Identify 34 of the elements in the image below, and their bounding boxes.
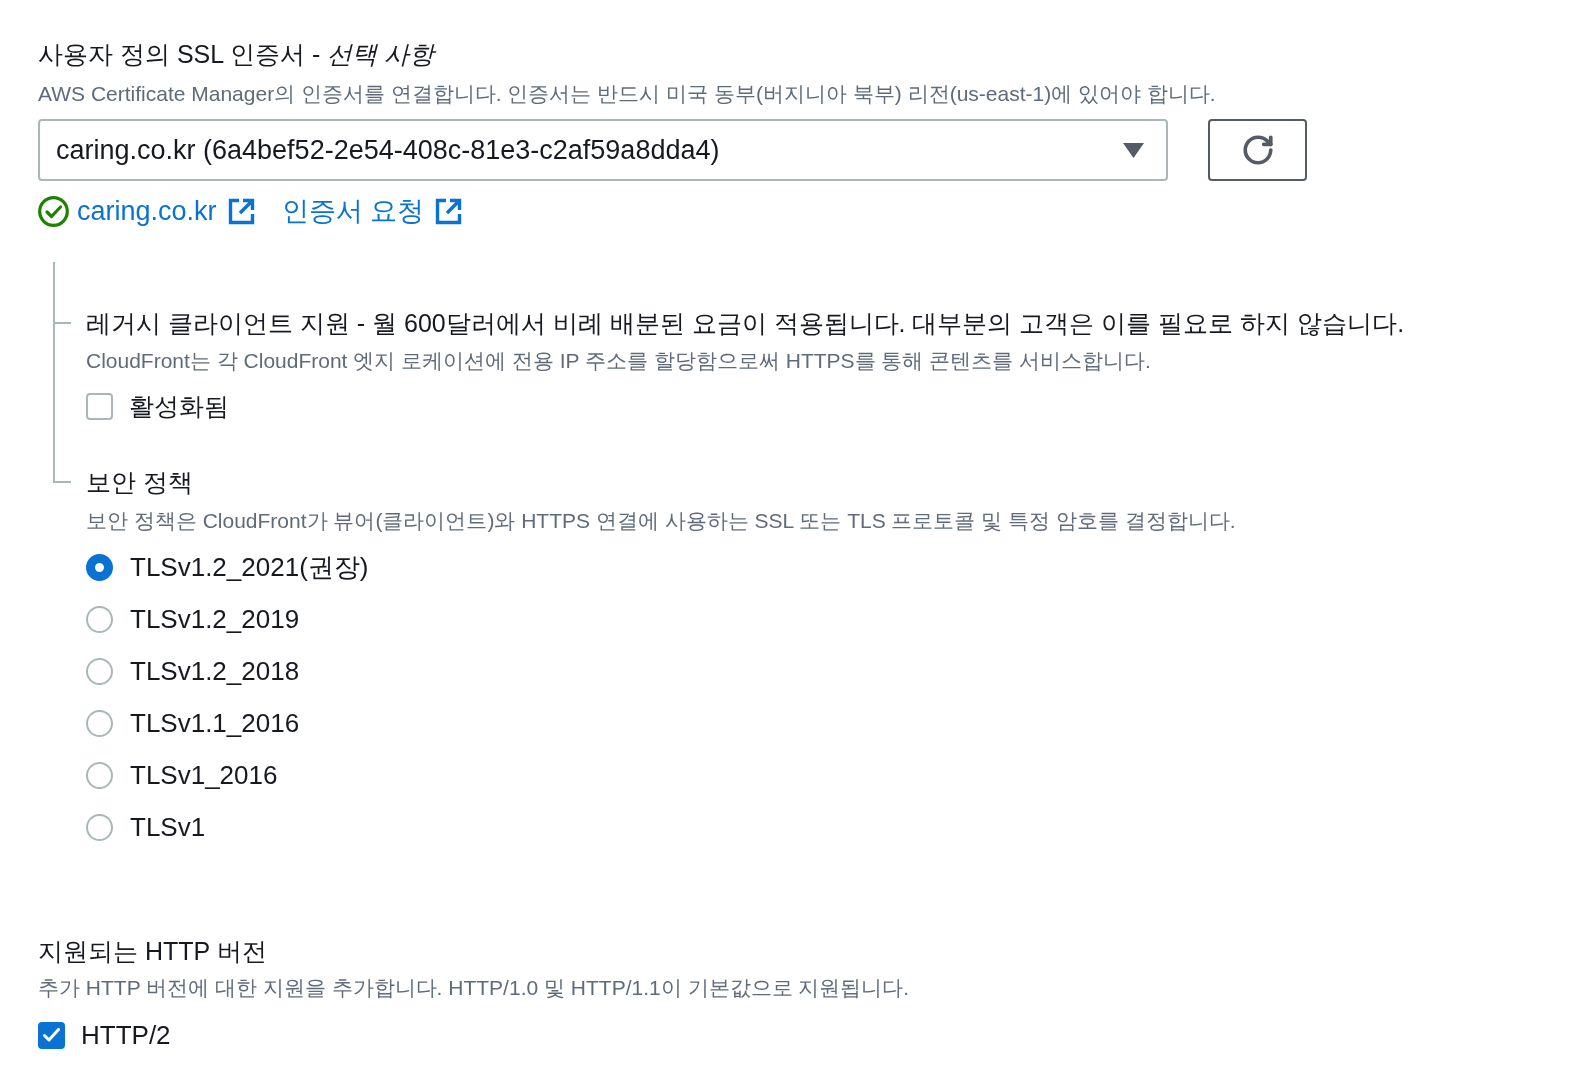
refresh-button[interactable] [1208,119,1307,181]
checkbox-label: 활성화됨 [129,391,229,422]
section-description: AWS Certificate Manager의 인증서를 연결합니다. 인증서는 반드시 미국 동부(버지니아 북부) 리전(us-east-1)에 있어야 합니다. [38,81,1217,107]
radio-label: TLSv1.2_2019 [130,603,300,635]
radio-button[interactable] [86,553,113,581]
section-title: 보안 정책 [86,467,193,498]
certificate-link[interactable]: caring.co.kr [77,195,256,227]
checkbox-label: HTTP/2 [81,1019,171,1051]
check-icon [43,1028,60,1042]
section-title: 레거시 클라이언트 지원 - 월 600달러에서 비례 배분된 요금이 적용됩니다. 대부분의 고객은 이를 필요로 하지 않습니다. [86,308,1405,339]
radio-button[interactable] [86,813,113,841]
radio-label: TLSv1.1_2016 [130,707,300,739]
radio-label: TLSv1 [130,811,206,843]
refresh-icon [1240,133,1275,167]
section-description: 추가 HTTP 버전에 대한 지원을 추가합니다. HTTP/1.0 및 HTTP/1.1이 기본값으로 지원됩니다. [38,975,911,1001]
radio-button[interactable] [86,761,113,789]
radio-label: TLSv1_2016 [130,759,278,791]
external-link-icon [434,196,464,226]
radio-button[interactable] [86,709,113,737]
check-circle-icon [38,195,69,227]
radio-button[interactable] [86,605,113,633]
section-title: 지원되는 HTTP 버전 [38,936,268,967]
external-link-icon [226,196,256,226]
section-title: 사용자 정의 SSL 인증서 - 선택 사항 [38,39,438,70]
radio-button[interactable] [86,657,113,685]
section-description: 보안 정책은 CloudFront가 뷰어(클라이언트)와 HTTPS 연결에 사용하는 SSL 또는 TLS 프로토콜 및 특정 암호를 결정합니다. [86,508,1237,534]
checkbox[interactable] [86,392,113,420]
section-description: CloudFront는 각 CloudFront 엣지 로케이션에 전용 IP 주소를 할당함으로써 HTTPS를 통해 콘텐츠를 서비스합니다. [86,348,1152,374]
caret-down-icon [1123,142,1144,158]
checkbox[interactable] [38,1021,65,1049]
radio-label: TLSv1.2_2021(권장) [130,551,369,583]
certificate-select[interactable]: caring.co.kr (6a4bef52-2e54-408c-81e3-c2af59a8dda4) [38,119,1168,181]
certificate-link[interactable]: 인증서 요청 [281,195,464,227]
radio-label: TLSv1.2_2018 [130,655,300,687]
